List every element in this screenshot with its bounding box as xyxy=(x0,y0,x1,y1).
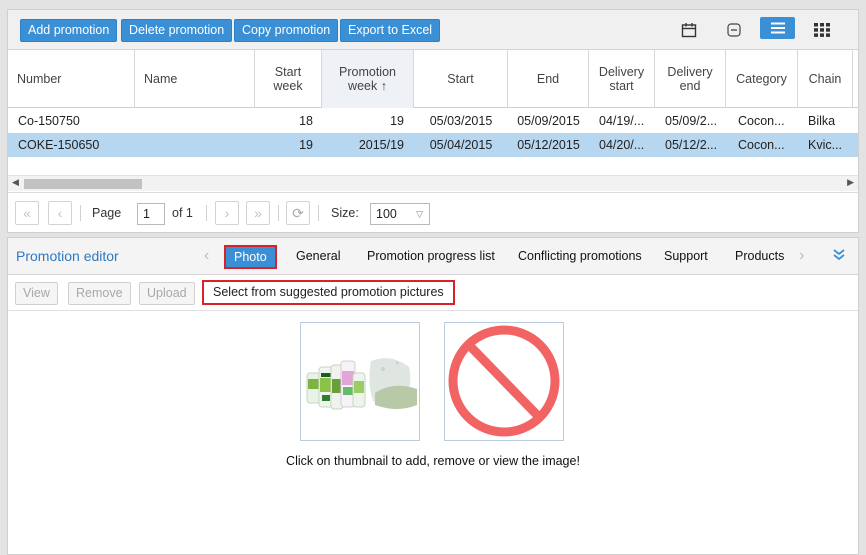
page-label: Page xyxy=(92,206,122,220)
cell-delivery-start: 04/19/... xyxy=(599,114,645,128)
column-header-promotion-week[interactable]: Promotion week ↑ xyxy=(322,50,414,108)
tab-photo[interactable]: Photo xyxy=(224,245,277,269)
tabs-scroll-right-icon[interactable]: › xyxy=(799,247,804,265)
next-page-icon[interactable]: › xyxy=(215,201,239,225)
upload-button[interactable]: Upload xyxy=(139,282,195,305)
calendar-icon[interactable] xyxy=(677,18,701,42)
scrollbar-thumb[interactable] xyxy=(24,179,142,189)
cell-end: 05/09/2015 xyxy=(517,114,580,128)
cell-number: Co-150750 xyxy=(18,114,80,128)
photo-toolbar: View Remove Upload Select from suggested… xyxy=(8,275,858,311)
refresh-icon[interactable]: ⟳ xyxy=(286,201,310,225)
page-number-input[interactable]: 1 xyxy=(137,203,165,225)
cell-delivery-start: 04/20/... xyxy=(599,138,645,152)
cell-category: Cocon... xyxy=(738,138,785,152)
cell-number: COKE-150650 xyxy=(18,138,100,152)
tab-promotion-progress-list[interactable]: Promotion progress list xyxy=(359,245,503,269)
cell-category: Cocon... xyxy=(738,114,785,128)
list-view-icon[interactable] xyxy=(760,17,795,39)
last-page-icon[interactable]: » xyxy=(246,201,270,225)
scroll-left-arrow-icon[interactable]: ◀ xyxy=(12,177,19,188)
cell-chain: Bilka xyxy=(808,114,836,128)
cell-start-week: 18 xyxy=(299,114,313,128)
cell-end: 05/12/2015 xyxy=(517,138,580,152)
cell-start: 05/03/2015 xyxy=(429,114,493,128)
column-header-chain[interactable]: Chain xyxy=(798,50,853,108)
select-suggested-pictures-button[interactable]: Select from suggested promotion pictures xyxy=(202,280,455,305)
tab-products[interactable]: Products xyxy=(727,245,792,269)
tabs-scroll-left-icon[interactable]: ‹ xyxy=(204,247,209,265)
grid-view-icon[interactable] xyxy=(810,18,834,42)
page-size-label: Size: xyxy=(331,206,359,220)
cell-promotion-week: 19 xyxy=(390,114,404,128)
view-button[interactable]: View xyxy=(15,282,58,305)
cell-chain: Kvic... xyxy=(808,138,843,152)
table-row[interactable]: Co-150750 18 19 05/03/2015 05/09/2015 04… xyxy=(8,109,858,133)
cell-delivery-end: 05/09/2... xyxy=(665,114,718,128)
separator xyxy=(80,205,81,221)
export-excel-button[interactable]: Export to Excel xyxy=(340,19,441,42)
column-header-name[interactable]: Name xyxy=(135,50,255,108)
column-header-end[interactable]: End xyxy=(508,50,589,108)
tab-general[interactable]: General xyxy=(288,245,348,269)
page-size-value: 100 xyxy=(376,207,397,221)
cell-promotion-week: 2015/19 xyxy=(358,138,404,152)
scroll-right-arrow-icon[interactable]: ▶ xyxy=(847,177,854,188)
cell-start-week: 19 xyxy=(299,138,313,152)
cell-name xyxy=(145,133,245,157)
collapse-icon[interactable] xyxy=(722,18,746,42)
product-photo-thumbnail[interactable] xyxy=(300,322,420,441)
page-size-select[interactable]: 100 ▽ xyxy=(370,203,430,225)
remove-button[interactable]: Remove xyxy=(68,282,131,305)
double-chevron-down-icon[interactable] xyxy=(832,248,846,265)
separator xyxy=(206,205,207,221)
cell-name xyxy=(145,109,245,133)
promotion-list-panel: Add promotion Delete promotion Copy prom… xyxy=(7,9,859,233)
cell-delivery-end: 05/12/2... xyxy=(665,138,718,152)
column-header-start[interactable]: Start xyxy=(414,50,508,108)
no-image-icon[interactable] xyxy=(444,322,564,441)
horizontal-scrollbar[interactable]: ◀ ▶ xyxy=(8,175,858,191)
pagination-bar: « ‹ Page 1 of 1 › » ⟳ Size: 100 ▽ xyxy=(8,192,858,232)
page-count-label: of 1 xyxy=(172,206,193,220)
promotion-editor-panel: Promotion editor ‹ Photo General Promoti… xyxy=(7,237,859,555)
separator xyxy=(278,205,279,221)
tab-support[interactable]: Support xyxy=(656,245,716,269)
add-promotion-button[interactable]: Add promotion xyxy=(20,19,118,42)
editor-header: Promotion editor ‹ Photo General Promoti… xyxy=(8,238,858,275)
previous-page-icon[interactable]: ‹ xyxy=(48,201,72,225)
grid-toolbar: Add promotion Delete promotion Copy prom… xyxy=(8,10,858,50)
column-header-delivery-end[interactable]: Delivery end xyxy=(655,50,726,108)
table-row-selected[interactable]: COKE-150650 19 2015/19 05/04/2015 05/12/… xyxy=(8,133,858,157)
chevron-down-icon: ▽ xyxy=(416,209,423,219)
editor-title: Promotion editor xyxy=(16,248,119,264)
first-page-icon[interactable]: « xyxy=(15,201,39,225)
thumbnail-hint: Click on thumbnail to add, remove or vie… xyxy=(286,454,580,468)
column-header-delivery-start[interactable]: Delivery start xyxy=(589,50,655,108)
tab-conflicting-promotions[interactable]: Conflicting promotions xyxy=(510,245,650,269)
separator xyxy=(318,205,319,221)
copy-promotion-button[interactable]: Copy promotion xyxy=(234,19,339,42)
column-header-start-week[interactable]: Start week xyxy=(255,50,322,108)
column-header-category[interactable]: Category xyxy=(726,50,798,108)
delete-promotion-button[interactable]: Delete promotion xyxy=(121,19,233,42)
column-header-number[interactable]: Number xyxy=(8,50,135,108)
cell-start: 05/04/2015 xyxy=(429,138,493,152)
grid-header: Number Name Start week Promotion week ↑ … xyxy=(8,50,858,108)
